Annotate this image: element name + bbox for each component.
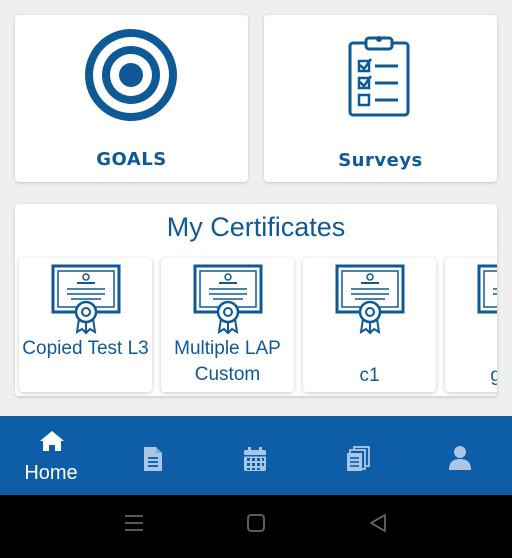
certificate-name: Copied Test L3 — [22, 338, 149, 359]
certificate-card[interactable]: Copied Test L3 — [19, 258, 152, 392]
certificate-icon — [51, 264, 121, 334]
certificate-name: c1 — [359, 365, 380, 386]
nav-item-profile[interactable] — [408, 416, 510, 495]
nav-item-documents[interactable] — [102, 416, 204, 495]
certificate-card[interactable]: Multiple LAP Custom — [161, 258, 294, 392]
certificate-name: Multiple LAP Custom — [174, 338, 281, 385]
document-icon — [144, 447, 162, 471]
goals-tile[interactable]: GOALS — [15, 15, 248, 182]
home-square-icon[interactable] — [246, 513, 266, 533]
system-navigation-bar — [0, 495, 512, 558]
target-icon — [85, 29, 177, 121]
surveys-tile[interactable]: Surveys — [264, 15, 497, 182]
certificate-icon — [335, 264, 405, 334]
certificates-panel: My Certificates Copied Test L3 Multiple … — [15, 204, 497, 396]
certificates-title: My Certificates — [166, 212, 346, 242]
nav-item-files[interactable] — [306, 416, 408, 495]
goals-label: GOALS — [96, 149, 167, 170]
surveys-label: Surveys — [338, 150, 423, 171]
nav-item-home[interactable]: Home — [0, 416, 102, 495]
nav-item-calendar[interactable] — [204, 416, 306, 495]
certificate-card[interactable]: gene — [445, 258, 497, 392]
menu-icon[interactable] — [124, 513, 144, 533]
documents-stack-icon — [347, 446, 370, 471]
certificate-name: gene — [490, 365, 497, 386]
certificate-icon — [193, 264, 263, 334]
calendar-icon — [244, 447, 266, 471]
clipboard-checklist-icon — [348, 36, 410, 117]
user-icon — [449, 446, 471, 470]
nav-label-home: Home — [24, 462, 78, 484]
back-triangle-icon[interactable] — [368, 513, 388, 533]
bottom-navigation: Home — [0, 416, 512, 495]
home-icon — [40, 431, 64, 451]
certificate-card[interactable]: c1 — [303, 258, 436, 392]
certificate-icon — [477, 264, 497, 314]
